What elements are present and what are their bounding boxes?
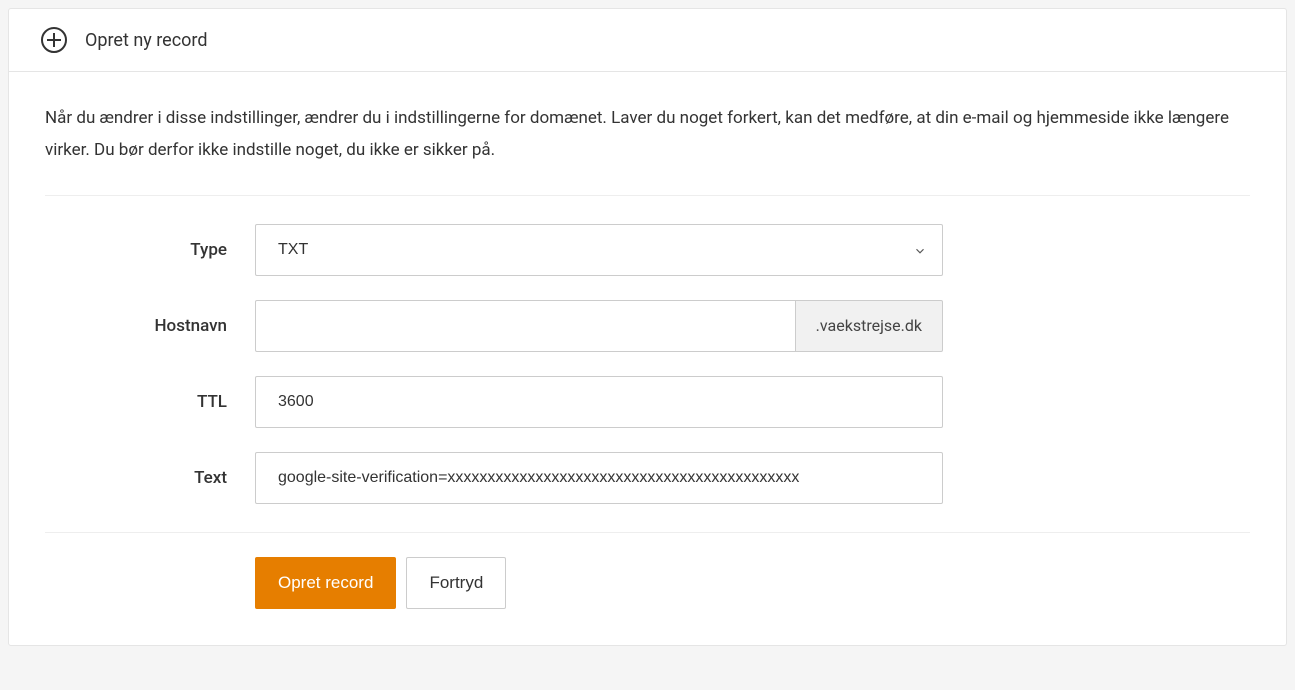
type-select[interactable]: TXT: [255, 224, 943, 276]
form-row-ttl: TTL: [45, 376, 1250, 428]
text-input[interactable]: [255, 452, 943, 504]
card-body: Når du ændrer i disse indstillinger, ænd…: [9, 72, 1286, 645]
form-row-hostname: Hostnavn .vaekstrejse.dk: [45, 300, 1250, 352]
card-title: Opret ny record: [85, 30, 208, 51]
button-row: Opret record Fortryd: [45, 557, 1250, 609]
submit-button[interactable]: Opret record: [255, 557, 396, 609]
form-row-type: Type TXT: [45, 224, 1250, 276]
plus-circle-icon: [41, 27, 67, 53]
dns-record-card: Opret ny record Når du ændrer i disse in…: [8, 8, 1287, 646]
hostname-suffix: .vaekstrejse.dk: [796, 300, 943, 352]
cancel-button[interactable]: Fortryd: [406, 557, 506, 609]
divider-top: [45, 195, 1250, 196]
form-row-text: Text: [45, 452, 1250, 504]
label-text: Text: [45, 468, 255, 488]
label-hostname: Hostnavn: [45, 316, 255, 336]
warning-text: Når du ændrer i disse indstillinger, ænd…: [45, 102, 1250, 167]
label-type: Type: [45, 240, 255, 260]
hostname-input[interactable]: [255, 300, 796, 352]
divider-bottom: [45, 532, 1250, 533]
label-ttl: TTL: [45, 392, 255, 412]
card-header[interactable]: Opret ny record: [9, 9, 1286, 72]
type-select-wrap: TXT: [255, 224, 943, 276]
ttl-input[interactable]: [255, 376, 943, 428]
